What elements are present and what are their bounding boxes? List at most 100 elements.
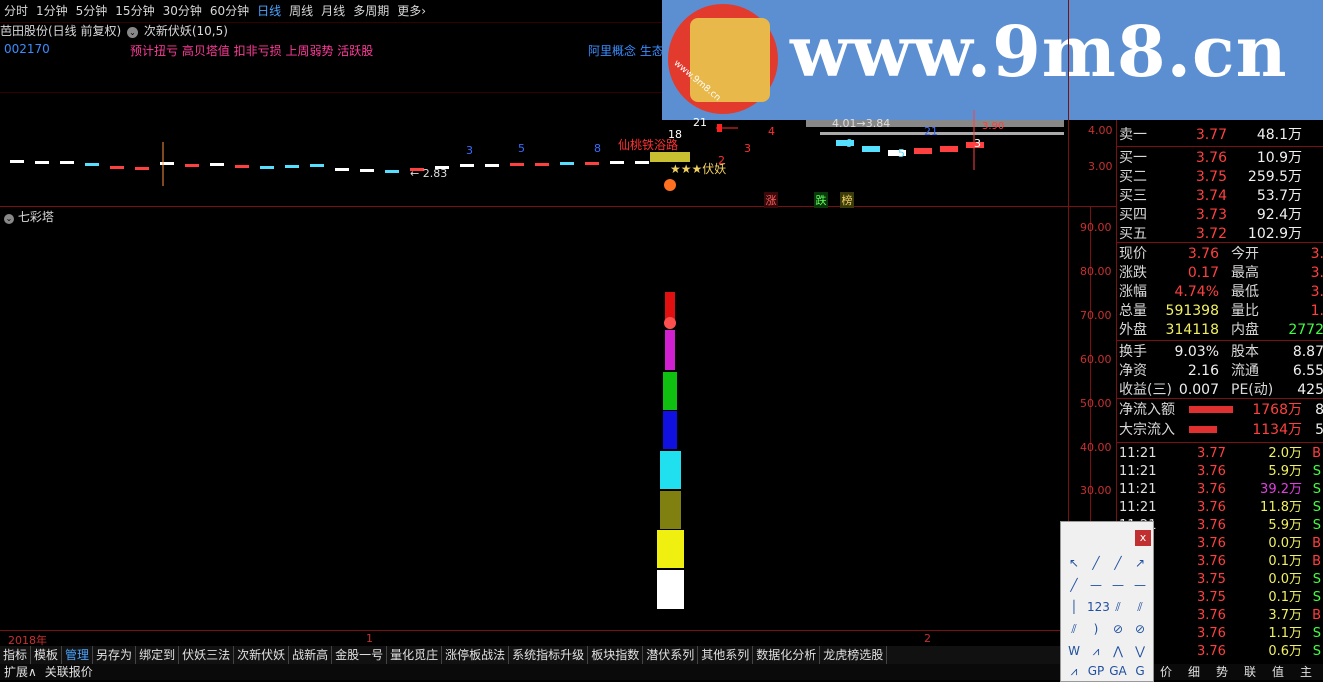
period-tab-30min[interactable]: 30分钟 xyxy=(159,0,206,22)
line-tool-icon[interactable]: ╱ xyxy=(1087,554,1105,572)
candle xyxy=(210,163,224,166)
indicator-name[interactable]: 次新伏妖(10,5) xyxy=(144,24,228,38)
period-tab-multi[interactable]: 多周期 xyxy=(349,0,393,22)
channel-tool-icon[interactable]: ⫽ xyxy=(1131,598,1149,616)
segment-tool-icon[interactable]: ╱ xyxy=(1065,576,1083,594)
indicator-tab[interactable]: 另存为 xyxy=(93,646,137,664)
indicator-tab[interactable]: 潜伏系列 xyxy=(643,646,699,664)
indicator-tab[interactable]: 战新高 xyxy=(289,646,333,664)
buy-price: 3.76 xyxy=(1195,150,1227,166)
stock-title-line: 芭田股份(日线 前复权) ⌄ 次新伏妖(10,5) xyxy=(0,22,228,40)
indicator-tab[interactable]: 其他系列 xyxy=(698,646,754,664)
expand-button[interactable]: 扩展∧ xyxy=(0,664,41,680)
zigzag-tool-icon[interactable]: ⋀ xyxy=(1109,642,1127,660)
wave-count-tool-icon[interactable]: 123 xyxy=(1087,598,1110,616)
indicator-tab[interactable]: 涨停板战法 xyxy=(442,646,510,664)
concept-tags[interactable]: 阿里概念 生态 xyxy=(588,42,664,59)
indicator-tab[interactable]: 数据化分析 xyxy=(753,646,821,664)
fan-tool-icon[interactable]: ⫽ xyxy=(1065,620,1083,638)
candle xyxy=(560,162,574,165)
stat-row: 现价 3.76 今开 3. xyxy=(1119,245,1323,264)
wave-label-5b: 5 xyxy=(898,147,905,160)
period-tab-60min[interactable]: 60分钟 xyxy=(206,0,253,22)
flow-bar xyxy=(1189,406,1233,413)
indicator-tab[interactable]: 金股一号 xyxy=(332,646,388,664)
tower-white xyxy=(657,570,684,609)
indicator-tab[interactable]: 系统指标升级 xyxy=(509,646,589,664)
flow-tail: 5 xyxy=(1315,422,1323,438)
arc-tool-icon[interactable]: ) xyxy=(1087,620,1105,638)
mountain-tool-icon[interactable]: ⩘ xyxy=(1065,662,1083,680)
rtab-link[interactable]: 联 xyxy=(1236,664,1264,680)
indicator-tab[interactable]: 板块指数 xyxy=(588,646,644,664)
indicator-tab[interactable]: 次新伏妖 xyxy=(234,646,290,664)
parallel-tool-icon[interactable]: ⫽ xyxy=(1109,598,1127,616)
period-tab-weekly[interactable]: 周线 xyxy=(285,0,317,22)
vline-tool-icon[interactable]: │ xyxy=(1065,598,1083,616)
ray-tool-icon[interactable]: ╱ xyxy=(1109,554,1127,572)
rtab-value[interactable]: 值 xyxy=(1264,664,1292,680)
buy-row[interactable]: 买三 3.74 53.7万 xyxy=(1119,187,1323,206)
candle xyxy=(610,161,624,164)
ga-tool-icon[interactable]: GA xyxy=(1109,662,1127,680)
rtab-detail[interactable]: 细 xyxy=(1180,664,1208,680)
stat-label-2: 最高 xyxy=(1231,265,1259,281)
arrow-tool-icon[interactable]: ↗ xyxy=(1131,554,1149,572)
y-tick-3: 3.00 xyxy=(1088,160,1113,173)
tick-row: 11:21 3.77 2.0万 B xyxy=(1119,445,1323,463)
candle xyxy=(160,162,174,165)
wave-tool-icon[interactable]: ⩘ xyxy=(1087,642,1105,660)
stat-label: 现价 xyxy=(1119,246,1147,262)
g-tool-icon[interactable]: G xyxy=(1131,662,1149,680)
indicator-tab[interactable]: 模板 xyxy=(31,646,63,664)
indicator-tab[interactable]: 绑定到 xyxy=(136,646,180,664)
indicator-tab[interactable]: 量化觅庄 xyxy=(387,646,443,664)
period-tab-5min[interactable]: 5分钟 xyxy=(72,0,112,22)
period-tab-1min[interactable]: 1分钟 xyxy=(32,0,72,22)
circle-tool-icon[interactable]: ⊘ xyxy=(1109,620,1127,638)
cursor-tool-icon[interactable]: ↖ xyxy=(1065,554,1083,572)
period-tab-fenshi[interactable]: 分时 xyxy=(0,0,32,22)
flag-die[interactable]: 跌 xyxy=(814,192,828,208)
candle xyxy=(635,161,649,164)
flag-zhang[interactable]: 涨 xyxy=(764,192,778,208)
flag-bang[interactable]: 榜 xyxy=(840,192,854,208)
buy-row[interactable]: 买四 3.73 92.4万 xyxy=(1119,206,1323,225)
hseg-tool-icon[interactable]: — xyxy=(1131,576,1149,594)
tick-volume: 1.1万 xyxy=(1268,626,1302,641)
period-tab-more[interactable]: 更多› xyxy=(393,0,430,22)
stat-label-2: 最低 xyxy=(1231,284,1259,300)
buy-row[interactable]: 买二 3.75 259.5万 xyxy=(1119,168,1323,187)
panel-collapse-icon[interactable]: ⌄ xyxy=(4,214,14,224)
period-tab-15min[interactable]: 15分钟 xyxy=(111,0,158,22)
w-pattern-tool-icon[interactable]: W xyxy=(1065,642,1083,660)
ellipse-tool-icon[interactable]: ⊘ xyxy=(1131,620,1149,638)
tick-side: S xyxy=(1312,482,1321,497)
tick-volume: 5.9万 xyxy=(1268,518,1302,533)
indicator-tab[interactable]: 指标 xyxy=(0,646,32,664)
linked-quote-button[interactable]: 关联报价 xyxy=(41,664,97,680)
indicator-dropdown-icon[interactable]: ⌄ xyxy=(127,27,139,38)
stat-label: 涨跌 xyxy=(1119,265,1147,281)
indicator-tab[interactable]: 伏妖三法 xyxy=(179,646,235,664)
kline-chart[interactable] xyxy=(0,100,1068,206)
tick-time: 11:21 xyxy=(1119,482,1157,497)
tick-volume: 0.1万 xyxy=(1268,554,1302,569)
low-price-label: ← 2.83 xyxy=(410,167,448,180)
sell1-row[interactable]: 卖一 3.77 48.1万 xyxy=(1119,126,1323,145)
indicator-tab[interactable]: 管理 xyxy=(62,646,94,664)
indicator-tab[interactable]: 龙虎榜选股 xyxy=(820,646,888,664)
gp-tool-icon[interactable]: GP xyxy=(1087,662,1105,680)
tick-time: 11:21 xyxy=(1119,464,1157,479)
hray-tool-icon[interactable]: — xyxy=(1109,576,1127,594)
buy-row[interactable]: 买一 3.76 10.9万 xyxy=(1119,149,1323,168)
period-tab-daily[interactable]: 日线 xyxy=(253,0,285,22)
polyline-tool-icon[interactable]: ⋁ xyxy=(1131,642,1149,660)
tick-volume: 0.0万 xyxy=(1268,572,1302,587)
close-icon[interactable]: x xyxy=(1135,530,1151,546)
rtab-price[interactable]: 价 xyxy=(1152,664,1180,680)
rtab-trend[interactable]: 势 xyxy=(1208,664,1236,680)
rtab-main[interactable]: 主 xyxy=(1292,664,1320,680)
period-tab-monthly[interactable]: 月线 xyxy=(317,0,349,22)
hline-tool-icon[interactable]: — xyxy=(1087,576,1105,594)
